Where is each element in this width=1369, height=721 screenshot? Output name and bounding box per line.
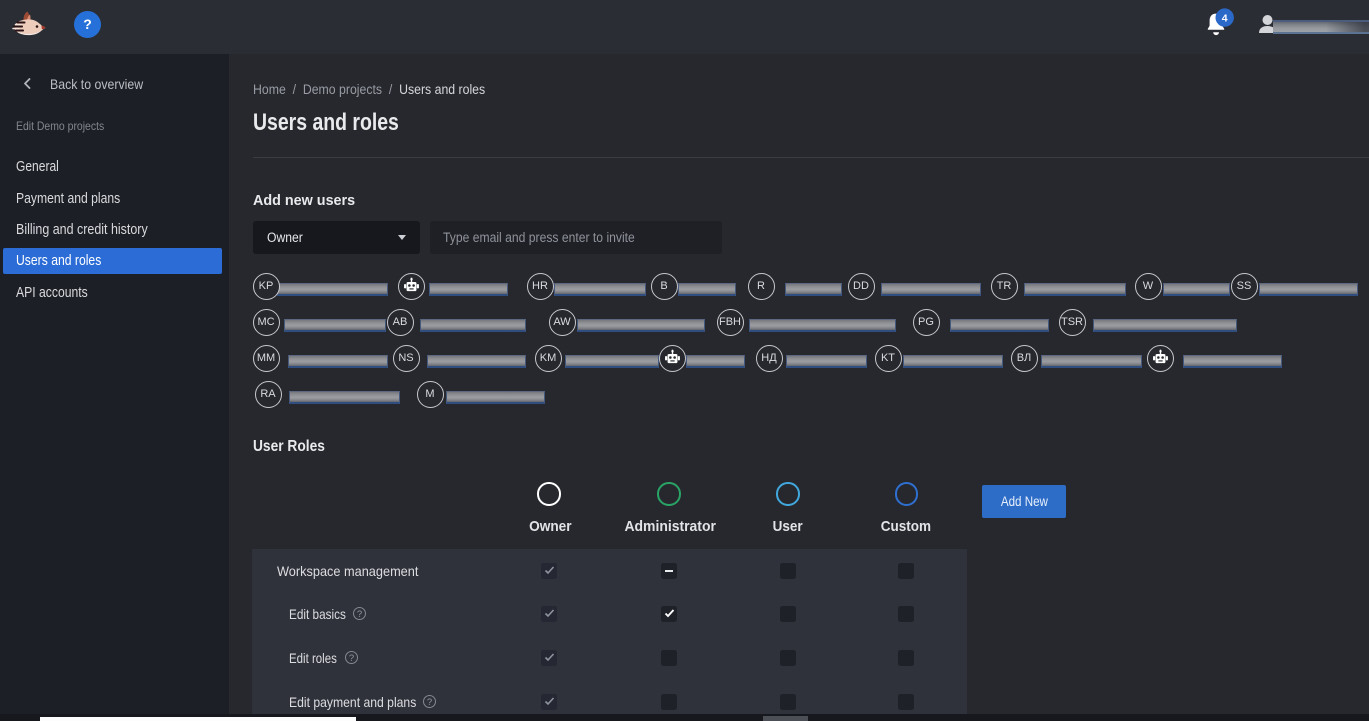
- svg-text:4: 4: [1222, 12, 1228, 24]
